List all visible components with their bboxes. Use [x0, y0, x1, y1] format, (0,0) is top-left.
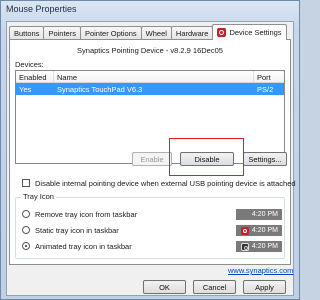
animated-tray-icon-label: Animated tray icon in taskbar: [35, 242, 132, 251]
mouse-properties-window: Mouse Properties Buttons Pointers Pointe…: [0, 0, 300, 300]
tab-wheel[interactable]: Wheel: [140, 26, 172, 40]
column-enabled[interactable]: Enabled: [16, 71, 54, 82]
ok-button[interactable]: OK: [143, 280, 186, 294]
remove-tray-icon-label: Remove tray icon from taskbar: [35, 210, 138, 219]
disable-internal-label: Disable internal pointing device when ex…: [35, 179, 296, 188]
table-row[interactable]: Yes Synaptics TouchPad V6.3 PS/2: [16, 83, 284, 95]
enable-button[interactable]: Enable: [132, 152, 172, 166]
settings-button[interactable]: Settings...: [243, 152, 287, 166]
row-port: PS/2: [257, 85, 274, 94]
window-title: Mouse Properties: [6, 4, 77, 14]
devices-list[interactable]: Enabled Name Port Yes Synaptics TouchPad…: [15, 70, 285, 164]
tray-preview-time: 4:20 PM: [251, 211, 278, 218]
animated-touchpad-icon: [240, 242, 249, 251]
tab-hardware[interactable]: Hardware: [170, 26, 214, 40]
remove-tray-icon-radio[interactable]: [22, 210, 30, 218]
row-enabled: Yes: [19, 85, 32, 94]
tray-preview-static: 4:20 PM: [236, 225, 282, 236]
static-tray-icon-radio[interactable]: [22, 226, 30, 234]
tab-buttons[interactable]: Buttons: [9, 26, 45, 40]
tray-preview-time: 4:20 PM: [251, 243, 278, 250]
synaptics-link[interactable]: www.synaptics.com: [228, 266, 293, 275]
tray-preview-none: 4:20 PM: [236, 209, 282, 220]
devices-list-header: Enabled Name Port: [16, 71, 284, 83]
apply-button[interactable]: Apply: [243, 280, 286, 294]
tray-preview-time: 4:20 PM: [251, 227, 278, 234]
tab-device-settings-label: Device Settings: [229, 28, 282, 37]
static-tray-icon-label: Static tray icon in taskbar: [35, 226, 119, 235]
animated-tray-icon-radio[interactable]: [22, 242, 30, 250]
row-name: Synaptics TouchPad V6.3: [57, 85, 143, 94]
tab-device-settings[interactable]: Device Settings: [212, 24, 287, 40]
tray-icon-group-title: Tray Icon: [21, 192, 56, 201]
disable-button-highlight: [169, 138, 244, 176]
column-port[interactable]: Port: [254, 71, 284, 82]
cancel-button[interactable]: Cancel: [193, 280, 236, 294]
tab-strip: Buttons Pointers Pointer Options Wheel H…: [9, 24, 287, 40]
column-name[interactable]: Name: [54, 71, 254, 82]
tab-pointers[interactable]: Pointers: [43, 26, 81, 40]
devices-label: Devices:: [15, 60, 44, 69]
dialog-client: Buttons Pointers Pointer Options Wheel H…: [6, 21, 296, 296]
synaptics-icon: [217, 28, 227, 37]
tray-preview-animated: 4:20 PM: [236, 241, 282, 252]
device-settings-panel: Synaptics Pointing Device - v8.2.9 16Dec…: [9, 39, 296, 275]
tab-pointer-options[interactable]: Pointer Options: [79, 26, 142, 40]
disable-internal-checkbox[interactable]: [22, 179, 30, 187]
driver-version: Synaptics Pointing Device - v8.2.9 16Dec…: [77, 46, 223, 55]
synaptics-icon: [240, 226, 249, 235]
